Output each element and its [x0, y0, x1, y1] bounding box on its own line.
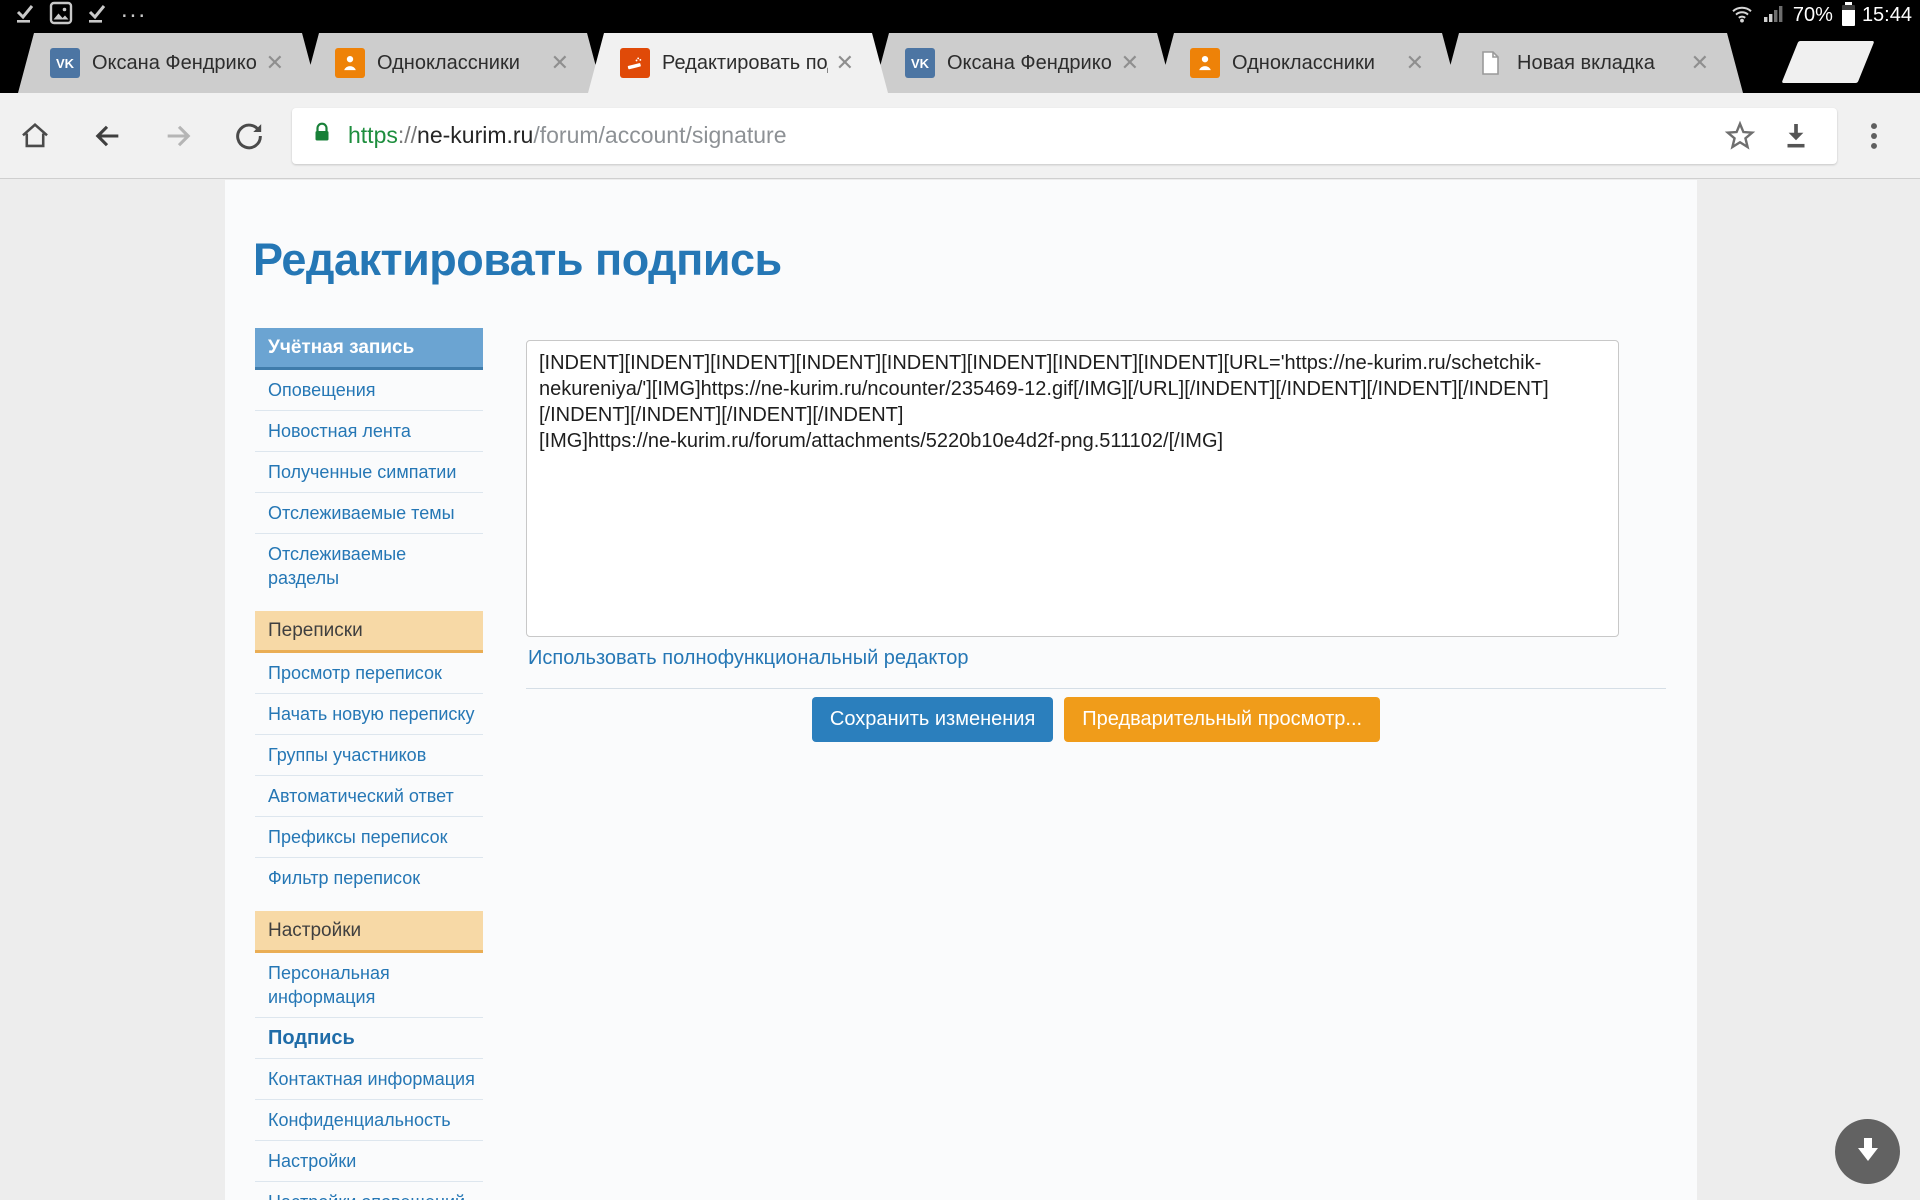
- status-bar: ... 70% 15:44: [0, 0, 1920, 30]
- sidebar-section-account: Учётная запись Оповещения Новостная лент…: [255, 328, 483, 598]
- bookmark-star-icon[interactable]: [1719, 115, 1761, 157]
- battery-percent: 70%: [1793, 4, 1833, 27]
- menu-overflow-icon[interactable]: [1853, 115, 1895, 157]
- sidebar-item-conversation-filter[interactable]: Фильтр переписок: [255, 857, 483, 898]
- sidebar-header-conversations: Переписки: [255, 611, 483, 653]
- browser-toolbar: https://ne-kurim.ru/forum/account/signat…: [0, 93, 1920, 179]
- sidebar-section-conversations: Переписки Просмотр переписок Начать нову…: [255, 611, 483, 898]
- sidebar-item-personal-details[interactable]: Персональная информация: [255, 953, 483, 1017]
- ne-kurim-icon: [620, 48, 650, 78]
- sidebar-item-news-feed[interactable]: Новостная лента: [255, 410, 483, 451]
- tab-new[interactable]: Новая вкладка ✕: [1443, 33, 1743, 93]
- page-background: Редактировать подпись Учётная запись Опо…: [0, 180, 1920, 1200]
- ok-icon: [1190, 48, 1220, 78]
- tab-title: Одноклассники: [1232, 52, 1398, 75]
- sidebar-item-watched-forums[interactable]: Отслеживаемые разделы: [255, 533, 483, 598]
- image-icon: [49, 1, 73, 30]
- sidebar-header-settings: Настройки: [255, 911, 483, 953]
- tab-title: Одноклассники: [377, 52, 543, 75]
- tab-ok-1[interactable]: Одноклассники ✕: [303, 33, 603, 93]
- tab-vk-2[interactable]: VK Оксана Фендрикова ✕: [873, 33, 1173, 93]
- use-rich-editor-link[interactable]: Использовать полнофункциональный редакто…: [528, 647, 969, 670]
- lock-icon: [310, 120, 334, 151]
- url-text: https://ne-kurim.ru/forum/account/signat…: [348, 122, 1719, 149]
- sidebar-item-start-conversation[interactable]: Начать новую переписку: [255, 693, 483, 734]
- blank-page-icon: [1475, 48, 1505, 78]
- sidebar-item-member-groups[interactable]: Группы участников: [255, 734, 483, 775]
- home-button[interactable]: [14, 115, 56, 157]
- tab-active-signature[interactable]: Редактировать подп ✕: [588, 33, 888, 93]
- page-content: Редактировать подпись Учётная запись Опо…: [225, 180, 1697, 1200]
- download-done-icon: [14, 2, 36, 29]
- sidebar-item-view-conversations[interactable]: Просмотр переписок: [255, 653, 483, 693]
- sidebar-header-account: Учётная запись: [255, 328, 483, 370]
- tab-strip: VK Оксана Фендрикова ✕ Одноклассники ✕ Р…: [0, 30, 1920, 93]
- sidebar-item-preferences[interactable]: Настройки: [255, 1140, 483, 1181]
- sidebar-item-alerts[interactable]: Оповещения: [255, 370, 483, 410]
- vk-icon: VK: [50, 48, 80, 78]
- wifi-icon: [1729, 1, 1755, 30]
- close-icon[interactable]: ✕: [836, 50, 854, 76]
- clock: 15:44: [1862, 4, 1912, 27]
- scroll-down-fab[interactable]: [1835, 1119, 1900, 1184]
- url-scheme: https: [348, 122, 398, 148]
- close-icon[interactable]: ✕: [1121, 50, 1139, 76]
- tab-ok-2[interactable]: Одноклассники ✕: [1158, 33, 1458, 93]
- tab-vk-1[interactable]: VK Оксана Фендрикова ✕: [18, 33, 318, 93]
- tab-title: Новая вкладка: [1517, 52, 1683, 75]
- url-path: /forum/account/signature: [533, 122, 786, 148]
- divider: [526, 688, 1666, 689]
- signal-strength-icon: [1762, 1, 1786, 30]
- status-notification-icons: ...: [14, 1, 147, 30]
- battery-icon: [1842, 5, 1855, 26]
- signature-textarea[interactable]: [INDENT][INDENT][INDENT][INDENT][INDENT]…: [526, 340, 1619, 637]
- sidebar-item-signature-current[interactable]: Подпись: [255, 1017, 483, 1058]
- sidebar-item-watched-threads[interactable]: Отслеживаемые темы: [255, 492, 483, 533]
- close-icon[interactable]: ✕: [551, 50, 569, 76]
- url-separator: ://: [398, 122, 417, 148]
- reload-button[interactable]: [228, 115, 270, 157]
- tab-title: Редактировать подп: [662, 52, 828, 75]
- save-changes-button[interactable]: Сохранить изменения: [812, 697, 1053, 742]
- sidebar-item-auto-reply[interactable]: Автоматический ответ: [255, 775, 483, 816]
- tab-title: Оксана Фендрикова: [947, 52, 1113, 75]
- sidebar-item-likes-received[interactable]: Полученные симпатии: [255, 451, 483, 492]
- download-icon[interactable]: [1775, 115, 1817, 157]
- sidebar-item-conversation-prefixes[interactable]: Префиксы переписок: [255, 816, 483, 857]
- sidebar-item-privacy[interactable]: Конфиденциальность: [255, 1099, 483, 1140]
- button-row: Сохранить изменения Предварительный прос…: [526, 697, 1666, 742]
- download-done-icon: [86, 2, 108, 29]
- close-icon[interactable]: ✕: [1406, 50, 1424, 76]
- tab-title: Оксана Фендрикова: [92, 52, 258, 75]
- ok-icon: [335, 48, 365, 78]
- preview-button[interactable]: Предварительный просмотр...: [1064, 697, 1380, 742]
- page-title: Редактировать подпись: [253, 234, 782, 286]
- new-tab-button[interactable]: [1782, 41, 1875, 83]
- forward-button[interactable]: [158, 115, 200, 157]
- back-button[interactable]: [86, 115, 128, 157]
- sidebar-item-contact-details[interactable]: Контактная информация: [255, 1058, 483, 1099]
- sidebar-item-alert-preferences[interactable]: Настройки оповещений: [255, 1181, 483, 1200]
- close-icon[interactable]: ✕: [1691, 50, 1709, 76]
- account-sidebar: Учётная запись Оповещения Новостная лент…: [255, 328, 483, 1200]
- more-notifications-icon: ...: [121, 5, 147, 15]
- url-host: ne-kurim.ru: [417, 122, 533, 148]
- sidebar-section-settings: Настройки Персональная информация Подпис…: [255, 911, 483, 1200]
- vk-icon: VK: [905, 48, 935, 78]
- down-arrow-icon: [1851, 1132, 1885, 1171]
- url-bar[interactable]: https://ne-kurim.ru/forum/account/signat…: [292, 108, 1837, 164]
- close-icon[interactable]: ✕: [266, 50, 284, 76]
